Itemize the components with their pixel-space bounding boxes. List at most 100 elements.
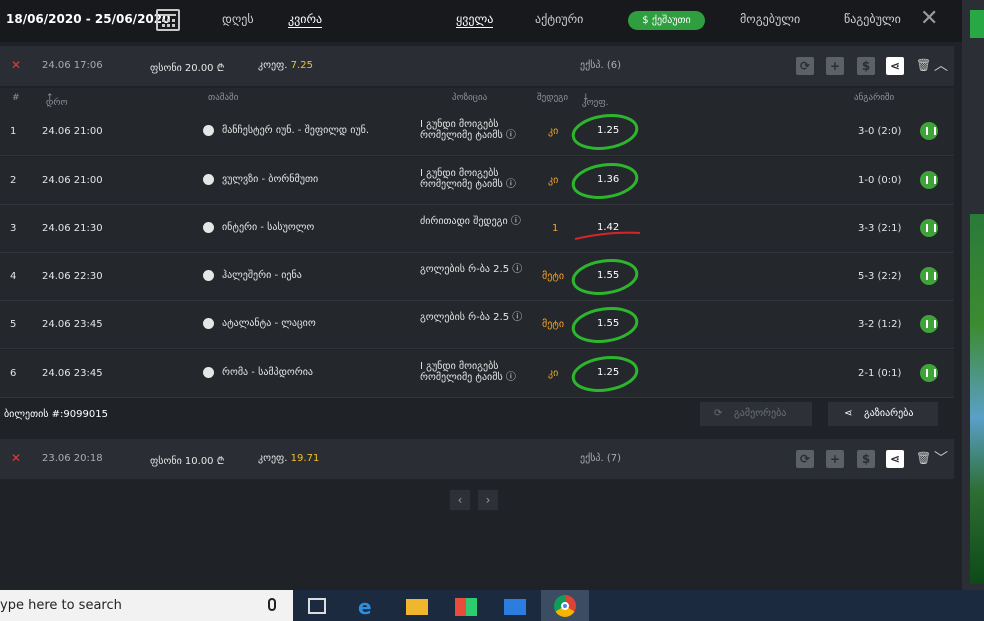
task-view-icon[interactable]	[308, 598, 326, 614]
table-header: # დრო ↑ თამაში პოზიცია შედეგი კოეფ. ↓ ან…	[0, 88, 954, 108]
tab-lost[interactable]: წაგებული	[844, 12, 901, 26]
trash-icon[interactable]: 🗑	[916, 451, 931, 465]
refresh-icon[interactable]: ⟳	[796, 57, 814, 75]
app-window: 18/06/2020 - 25/06/2020 დღეს კვირა ყველა…	[0, 0, 962, 590]
tab-week[interactable]: კვირა	[288, 12, 323, 28]
row-match: ინტერი - სასუოლო	[222, 222, 315, 233]
ticket-coef: კოეფ. 19.71	[258, 453, 320, 464]
row-odds: 1.25	[597, 367, 620, 378]
row-score: 1-0 (0:0)	[858, 175, 902, 186]
col-num: #	[12, 93, 20, 103]
taskbar-search-input[interactable]: ype here to search	[0, 590, 293, 621]
calendar-icon[interactable]	[156, 9, 180, 31]
row-pick: კი	[548, 126, 559, 137]
tab-cashout[interactable]: $ ქეშაუთი	[628, 11, 705, 30]
row-time: 24.06 23:45	[42, 319, 103, 330]
next-page-button[interactable]: ›	[478, 490, 498, 510]
stats-icon[interactable]	[920, 171, 938, 189]
row-match: ჰალეშერი - იენა	[222, 270, 302, 281]
row-odds: 1.25	[597, 125, 620, 136]
row-num: 3	[10, 223, 17, 234]
chrome-taskbar-button[interactable]	[541, 590, 589, 621]
row-match: მანჩესტერ იუნ. - შეფილდ იუნ.	[222, 125, 370, 136]
row-time: 24.06 23:45	[42, 368, 103, 379]
table-row: 5 24.06 23:45 ატალანტა - ლაციო გოლების რ…	[0, 301, 954, 349]
stats-icon[interactable]	[920, 315, 938, 333]
add-icon[interactable]: +	[826, 450, 844, 468]
trash-icon[interactable]: 🗑	[916, 58, 931, 72]
chrome-icon-center	[561, 602, 569, 610]
row-odds: 1.55	[597, 270, 620, 281]
ticket-date: 23.06 20:18	[42, 453, 103, 464]
repeat-button[interactable]: ⟳ გამეორება	[700, 402, 812, 426]
row-pick: 1	[552, 223, 559, 234]
tab-active[interactable]: აქტიური	[535, 12, 583, 26]
date-range[interactable]: 18/06/2020 - 25/06/2020	[6, 12, 170, 26]
lost-icon: ✕	[11, 58, 22, 72]
close-icon[interactable]: ✕	[920, 6, 938, 31]
soccer-ball-icon	[203, 318, 214, 329]
mail-icon[interactable]	[504, 599, 526, 615]
soccer-ball-icon	[203, 222, 214, 233]
store-icon[interactable]	[455, 598, 477, 616]
chevron-down-icon[interactable]: ﹀	[934, 448, 948, 468]
share-icon: ⋖	[844, 408, 853, 419]
top-bar: 18/06/2020 - 25/06/2020 დღეს კვირა ყველა…	[0, 0, 962, 42]
taskbar: ype here to search e	[0, 590, 984, 621]
row-time: 24.06 21:30	[42, 223, 103, 234]
search-placeholder: ype here to search	[0, 598, 122, 613]
microphone-icon[interactable]	[268, 598, 276, 611]
col-position: პოზიცია	[452, 93, 488, 103]
col-time[interactable]: დრო ↑	[46, 93, 68, 108]
row-score: 2-1 (0:1)	[858, 368, 902, 379]
cashout-icon[interactable]: $	[857, 450, 875, 468]
stats-icon[interactable]	[920, 364, 938, 382]
tab-all[interactable]: ყველა	[456, 12, 494, 28]
cashout-icon[interactable]: $	[857, 57, 875, 75]
row-position: გოლების რ-ბა 2.5 ⓘ	[420, 264, 523, 275]
ticket-stake: ფსონი 10.00 ₾	[150, 456, 225, 467]
table-row: 6 24.06 23:45 რომა - სამპდორია I გუნდი მ…	[0, 350, 954, 398]
col-odds[interactable]: კოეფ. ↓	[582, 93, 609, 108]
soccer-ball-icon	[203, 367, 214, 378]
file-explorer-icon[interactable]	[406, 599, 428, 615]
ticket-header[interactable]: ✕ 24.06 17:06 ფსონი 20.00 ₾ კოეფ. 7.25 ე…	[0, 46, 954, 86]
row-odds: 1.36	[597, 174, 620, 185]
ticket-id: ბილეთის #:9099015	[4, 409, 108, 420]
ticket-header[interactable]: ✕ 23.06 20:18 ფსონი 10.00 ₾ კოეფ. 19.71 …	[0, 439, 954, 479]
ticket-type: ექსპ. (7)	[580, 453, 622, 464]
side-banner-image	[970, 214, 984, 584]
stats-icon[interactable]	[920, 219, 938, 237]
col-score: ანგარიში	[854, 93, 895, 103]
table-row: 4 24.06 22:30 ჰალეშერი - იენა გოლების რ-…	[0, 253, 954, 301]
chevron-up-icon[interactable]: ︿	[934, 55, 948, 75]
soccer-ball-icon	[203, 270, 214, 281]
row-score: 3-2 (1:2)	[858, 319, 902, 330]
edge-icon[interactable]: e	[358, 595, 380, 619]
row-num: 2	[10, 175, 17, 186]
row-score: 3-3 (2:1)	[858, 223, 902, 234]
share-icon[interactable]: ⋖	[886, 57, 904, 75]
stats-icon[interactable]	[920, 122, 938, 140]
prev-page-button[interactable]: ‹	[450, 490, 470, 510]
table-row: 3 24.06 21:30 ინტერი - სასუოლო ძირითადი …	[0, 205, 954, 253]
table-row: 2 24.06 21:00 ვულვზი - ბორნმუთი I გუნდი …	[0, 157, 954, 205]
table-row: 1 24.06 21:00 მანჩესტერ იუნ. - შეფილდ იუ…	[0, 108, 954, 156]
lost-icon: ✕	[11, 451, 22, 465]
add-icon[interactable]: +	[826, 57, 844, 75]
row-match: ვულვზი - ბორნმუთი	[222, 174, 319, 185]
refresh-icon[interactable]: ⟳	[796, 450, 814, 468]
tab-today[interactable]: დღეს	[222, 12, 254, 26]
ticket-footer: ბილეთის #:9099015 ⟳ გამეორება ⋖ გაზიარება	[0, 398, 954, 434]
ticket-type: ექსპ. (6)	[580, 60, 622, 71]
row-odds: 1.42	[597, 222, 620, 233]
share-icon[interactable]: ⋖	[886, 450, 904, 468]
tab-won[interactable]: მოგებული	[740, 12, 800, 26]
row-time: 24.06 21:00	[42, 126, 103, 137]
row-time: 24.06 22:30	[42, 271, 103, 282]
row-pick: მეტი	[542, 271, 565, 282]
share-button[interactable]: ⋖ გაზიარება	[828, 402, 938, 426]
row-num: 5	[10, 319, 17, 330]
row-pick: მეტი	[542, 319, 565, 330]
stats-icon[interactable]	[920, 267, 938, 285]
